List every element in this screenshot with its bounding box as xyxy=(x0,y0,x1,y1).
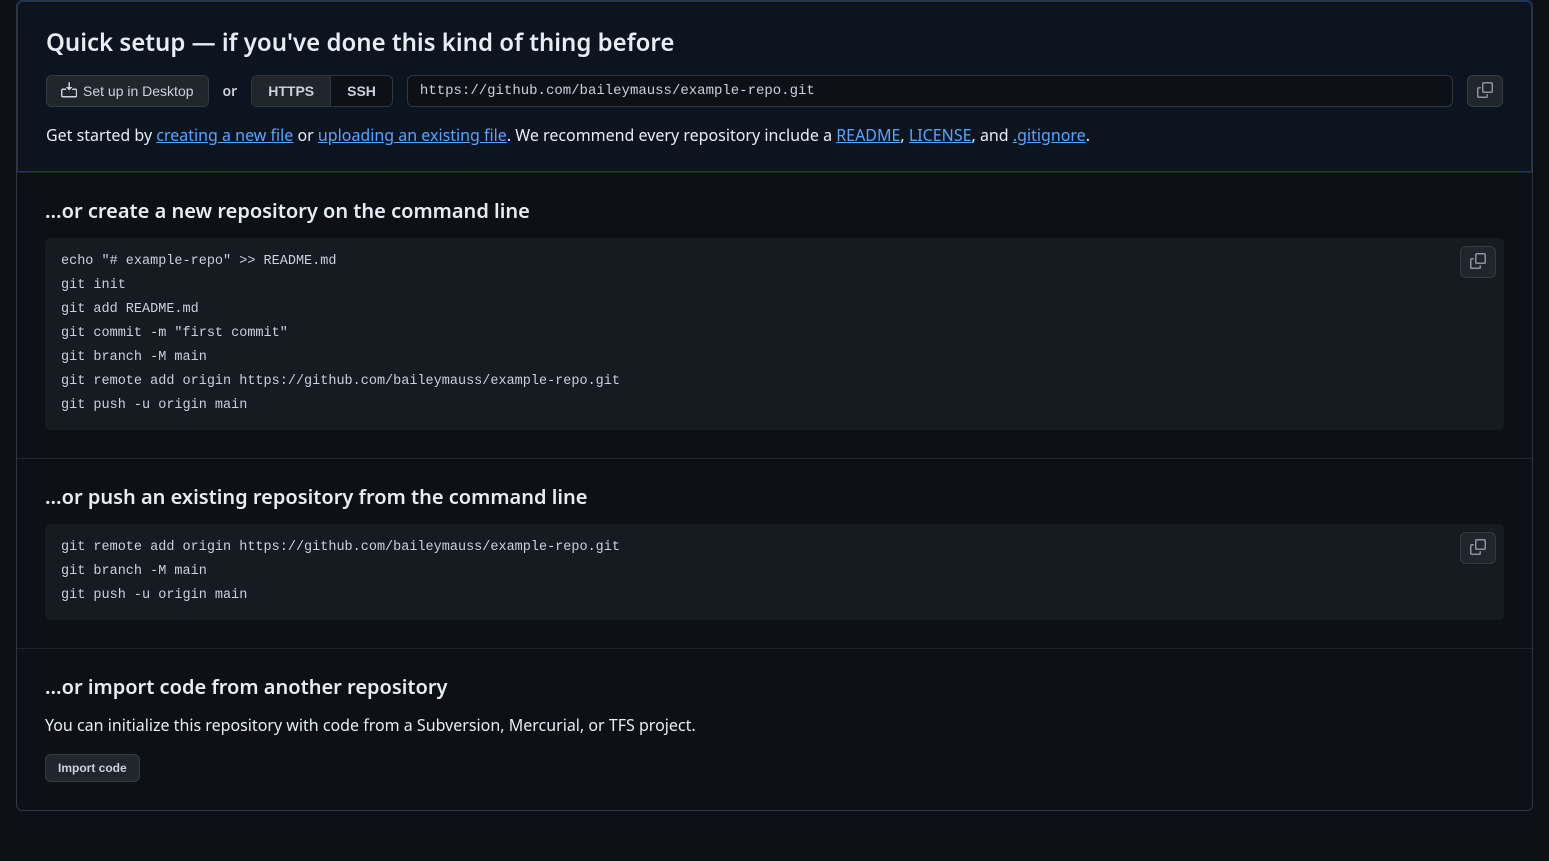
setup-desktop-button[interactable]: Set up in Desktop xyxy=(46,75,209,107)
or-separator: or xyxy=(223,82,238,101)
desktop-download-icon xyxy=(61,82,77,101)
repo-setup-container: Quick setup — if you've done this kind o… xyxy=(16,0,1533,811)
quick-setup-hint: Get started by creating a new file or up… xyxy=(46,123,1503,147)
import-description: You can initialize this repository with … xyxy=(45,714,1504,736)
license-link[interactable]: LICENSE xyxy=(909,124,972,146)
readme-link[interactable]: README xyxy=(836,124,900,146)
copy-url-button[interactable] xyxy=(1467,75,1503,107)
upload-file-link[interactable]: uploading an existing file xyxy=(318,124,507,146)
protocol-toggle: HTTPS SSH xyxy=(251,75,393,107)
create-repo-section: …or create a new repository on the comma… xyxy=(17,172,1532,458)
clone-url-input[interactable] xyxy=(407,75,1453,107)
push-code-wrap: git remote add origin https://github.com… xyxy=(45,524,1504,620)
push-repo-heading: …or push an existing repository from the… xyxy=(45,483,1504,510)
push-repo-code[interactable]: git remote add origin https://github.com… xyxy=(45,524,1504,620)
hint-text-2: or xyxy=(293,124,318,146)
create-file-link[interactable]: creating a new file xyxy=(156,124,293,146)
https-tab[interactable]: HTTPS xyxy=(252,76,330,106)
quick-setup-heading: Quick setup — if you've done this kind o… xyxy=(46,26,1503,59)
copy-icon xyxy=(1470,539,1486,558)
setup-desktop-label: Set up in Desktop xyxy=(83,83,194,99)
gitignore-link[interactable]: .gitignore xyxy=(1013,124,1086,146)
quick-setup-panel: Quick setup — if you've done this kind o… xyxy=(17,1,1532,172)
ssh-tab[interactable]: SSH xyxy=(330,76,392,106)
hint-text-5: , and xyxy=(972,124,1013,146)
copy-push-code-button[interactable] xyxy=(1460,532,1496,564)
hint-text-3: . We recommend every repository include … xyxy=(507,124,836,146)
import-heading: …or import code from another repository xyxy=(45,673,1504,700)
hint-text-4: , xyxy=(900,124,908,146)
hint-text-6: . xyxy=(1086,124,1090,146)
import-code-section: …or import code from another repository … xyxy=(17,648,1532,810)
push-repo-section: …or push an existing repository from the… xyxy=(17,458,1532,648)
create-code-wrap: echo "# example-repo" >> README.md git i… xyxy=(45,238,1504,430)
copy-icon xyxy=(1477,82,1493,101)
setup-controls-row: Set up in Desktop or HTTPS SSH xyxy=(46,75,1503,107)
copy-icon xyxy=(1470,253,1486,272)
copy-create-code-button[interactable] xyxy=(1460,246,1496,278)
import-code-button[interactable]: Import code xyxy=(45,754,140,782)
hint-text-1: Get started by xyxy=(46,124,156,146)
create-repo-heading: …or create a new repository on the comma… xyxy=(45,197,1504,224)
create-repo-code[interactable]: echo "# example-repo" >> README.md git i… xyxy=(45,238,1504,430)
